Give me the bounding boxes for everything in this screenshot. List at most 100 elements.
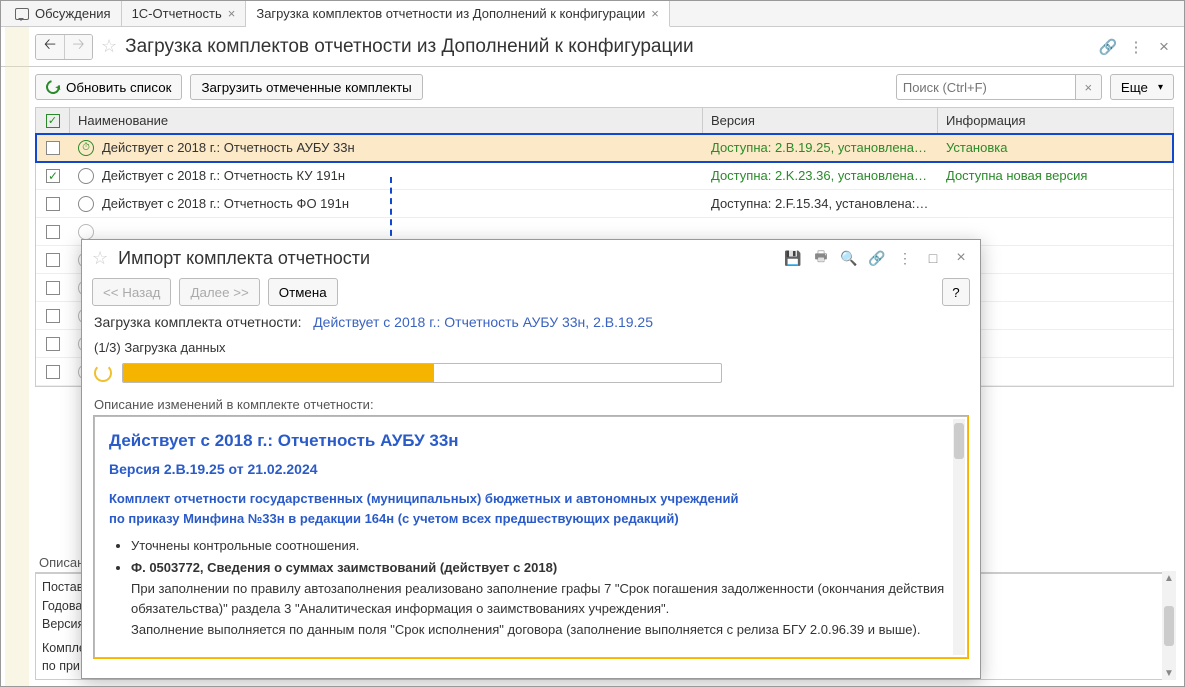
spinner-icon <box>94 364 112 382</box>
row-info: Установка <box>938 134 1173 161</box>
button-label: Обновить список <box>66 80 171 95</box>
row-checkbox[interactable] <box>46 141 60 155</box>
close-icon[interactable]: × <box>228 6 236 21</box>
chat-icon <box>15 8 29 20</box>
row-version: Доступна: 2.K.23.36, установлена… <box>703 162 938 189</box>
list-item: Ф. 0503772, Сведения о суммах заимствова… <box>131 558 953 640</box>
link-icon[interactable]: 🔗 <box>1098 37 1118 57</box>
app-window: Обсуждения 1С-Отчетность × Загрузка комп… <box>0 0 1185 687</box>
table-row[interactable]: Действует с 2018 г.: Отчетность ФО 191н … <box>36 190 1173 218</box>
row-info <box>938 190 1173 217</box>
col-check[interactable]: ✓ <box>36 108 70 133</box>
changes-box[interactable]: Действует с 2018 г.: Отчетность АУБУ 33н… <box>94 416 968 658</box>
scroll-thumb[interactable] <box>1164 606 1174 646</box>
changes-list: Уточнены контрольные соотношения. Ф. 050… <box>131 536 953 640</box>
tab-1c-report[interactable]: 1С-Отчетность × <box>122 1 247 26</box>
close-icon[interactable]: × <box>1154 37 1174 57</box>
row-info: Доступна новая версия <box>938 162 1173 189</box>
search-input[interactable] <box>896 74 1076 100</box>
save-icon[interactable]: 💾 <box>784 249 802 267</box>
progress-row <box>94 363 968 383</box>
row-checkbox[interactable] <box>46 365 60 379</box>
row-checkbox[interactable]: ✓ <box>46 169 60 183</box>
tab-discussions[interactable]: Обсуждения <box>5 1 122 26</box>
refresh-icon <box>43 77 62 96</box>
loading-link[interactable]: Действует с 2018 г.: Отчетность АУБУ 33н… <box>313 314 653 330</box>
row-version: Доступна: 2.B.19.25, установлена… <box>703 134 938 161</box>
changes-scrollbar[interactable] <box>953 419 965 655</box>
list-item-text: При заполнении по правилу автозаполнения… <box>131 579 953 618</box>
favorite-star-icon[interactable]: ☆ <box>92 248 108 269</box>
changes-version: Версия 2.В.19.25 от 21.02.2024 <box>109 461 953 477</box>
check-all[interactable]: ✓ <box>46 114 60 128</box>
tab-label: Обсуждения <box>35 6 111 21</box>
changes-label: Описание изменений в комплекте отчетност… <box>94 397 968 412</box>
modal-title: Импорт комплекта отчетности <box>118 248 774 269</box>
clear-search-button[interactable]: × <box>1076 74 1102 100</box>
table-row[interactable]: ⏱ Действует с 2018 г.: Отчетность АУБУ 3… <box>36 134 1173 162</box>
maximize-icon[interactable]: □ <box>924 249 942 267</box>
more-button[interactable]: Еще ▾ <box>1110 74 1174 100</box>
arrow-right-icon: 🡢 <box>72 34 84 59</box>
print-icon[interactable]: 🖶 <box>812 249 830 267</box>
close-icon[interactable]: × <box>952 249 970 267</box>
kebab-icon[interactable]: ⋮ <box>896 249 914 267</box>
row-name: Действует с 2018 г.: Отчетность ФО 191н <box>102 196 349 211</box>
modal-tools: 💾 🖶 🔍 🔗 ⋮ □ × <box>784 249 970 267</box>
button-label: Еще <box>1121 80 1148 95</box>
row-checkbox[interactable] <box>46 281 60 295</box>
row-checkbox[interactable] <box>46 309 60 323</box>
next-button: Далее >> <box>179 278 259 306</box>
col-name[interactable]: Наименование <box>70 108 703 133</box>
button-label: Загрузить отмеченные комплекты <box>201 80 411 95</box>
panel-scrollbar[interactable]: ▲ ▼ <box>1162 571 1176 680</box>
nav-forward-button[interactable]: 🡢 <box>64 35 92 59</box>
progress-fill <box>123 364 434 382</box>
cancel-button[interactable]: Отмена <box>268 278 338 306</box>
scroll-down-icon[interactable]: ▼ <box>1162 666 1176 680</box>
loading-line: Загрузка комплекта отчетности: Действует… <box>94 314 968 330</box>
import-modal: ☆ Импорт комплекта отчетности 💾 🖶 🔍 🔗 ⋮ … <box>81 239 981 679</box>
row-checkbox[interactable] <box>46 197 60 211</box>
list-item-text: Заполнение выполняется по данным поля "С… <box>131 620 953 640</box>
link-icon[interactable]: 🔗 <box>868 249 886 267</box>
tab-label: 1С-Отчетность <box>132 6 222 21</box>
scroll-thumb[interactable] <box>954 423 964 459</box>
nav-buttons: 🡠 🡢 <box>35 34 93 60</box>
scroll-up-icon[interactable]: ▲ <box>1162 571 1176 585</box>
toolbar: Обновить список Загрузить отмеченные ком… <box>1 67 1184 107</box>
col-version[interactable]: Версия <box>703 108 938 133</box>
row-checkbox[interactable] <box>46 337 60 351</box>
help-button[interactable]: ? <box>942 278 970 306</box>
modal-header: ☆ Импорт комплекта отчетности 💾 🖶 🔍 🔗 ⋮ … <box>82 240 980 276</box>
back-button: << Назад <box>92 278 171 306</box>
list-item-title: Ф. 0503772, Сведения о суммах заимствова… <box>131 560 557 575</box>
chevron-down-icon: ▾ <box>1158 82 1163 93</box>
tab-label: Загрузка комплектов отчетности из Дополн… <box>256 6 645 21</box>
row-checkbox[interactable] <box>46 253 60 267</box>
close-icon[interactable]: × <box>651 6 659 21</box>
table-header: ✓ Наименование Версия Информация <box>36 108 1173 134</box>
page-header: 🡠 🡢 ☆ Загрузка комплектов отчетности из … <box>1 27 1184 67</box>
row-checkbox[interactable] <box>46 225 60 239</box>
circle-icon <box>78 224 94 240</box>
favorite-star-icon[interactable]: ☆ <box>101 36 117 57</box>
col-info[interactable]: Информация <box>938 108 1173 133</box>
page-title: Загрузка комплектов отчетности из Дополн… <box>125 36 693 58</box>
tab-load-kits[interactable]: Загрузка комплектов отчетности из Дополн… <box>246 1 670 27</box>
table-row[interactable]: ✓ Действует с 2018 г.: Отчетность КУ 191… <box>36 162 1173 190</box>
button-label: Далее >> <box>190 285 248 300</box>
loading-label: Загрузка комплекта отчетности: <box>94 314 302 330</box>
refresh-button[interactable]: Обновить список <box>35 74 182 100</box>
load-selected-button[interactable]: Загрузить отмеченные комплекты <box>190 74 422 100</box>
row-version: Доступна: 2.F.15.34, установлена:… <box>703 190 938 217</box>
preview-icon[interactable]: 🔍 <box>840 249 858 267</box>
kebab-icon[interactable]: ⋮ <box>1126 37 1146 57</box>
row-name: Действует с 2018 г.: Отчетность КУ 191н <box>102 168 345 183</box>
list-item: Уточнены контрольные соотношения. <box>131 536 953 556</box>
circle-icon <box>78 168 94 184</box>
tab-strip: Обсуждения 1С-Отчетность × Загрузка комп… <box>1 1 1184 27</box>
row-name: Действует с 2018 г.: Отчетность АУБУ 33н <box>102 140 355 155</box>
nav-back-button[interactable]: 🡠 <box>36 35 64 59</box>
changes-heading: Действует с 2018 г.: Отчетность АУБУ 33н <box>109 431 953 451</box>
